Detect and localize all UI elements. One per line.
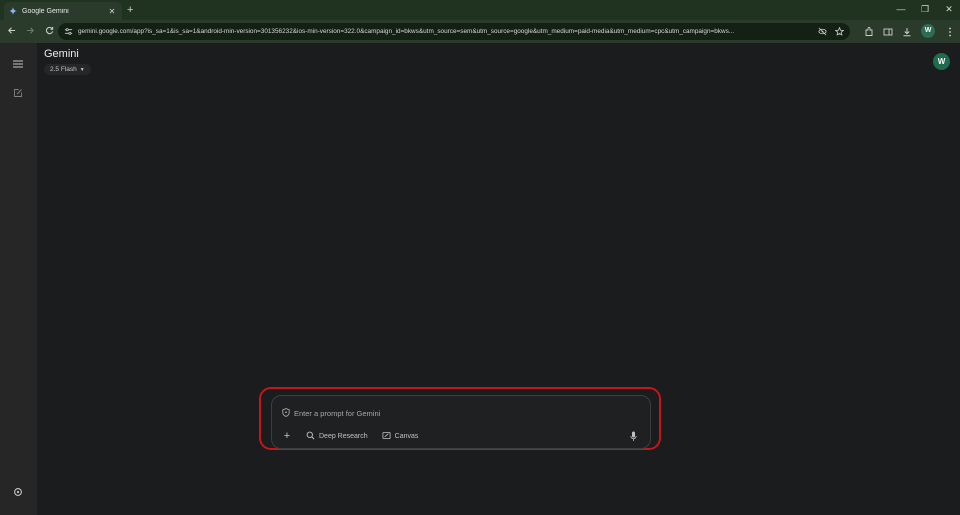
tab-title: Google Gemini — [22, 7, 69, 15]
window-controls: — ❐ ✕ — [896, 2, 954, 16]
canvas-icon — [382, 431, 391, 442]
more-menu-icon[interactable] — [945, 27, 954, 36]
sidebar — [0, 43, 37, 515]
address-bar[interactable]: gemini.google.com/app?is_sa=1&is_sa=1&an… — [58, 23, 850, 40]
browser-titlebar: Google Gemini ✕ + — ❐ ✕ — [0, 0, 960, 20]
canvas-label: Canvas — [394, 432, 419, 440]
deep-research-icon — [306, 431, 315, 442]
new-chat-icon[interactable] — [12, 87, 24, 99]
restore-button[interactable]: ❐ — [920, 2, 930, 16]
browser-toolbar: gemini.google.com/app?is_sa=1&is_sa=1&an… — [0, 20, 960, 43]
site-info-icon[interactable] — [64, 27, 73, 36]
settings-gear-icon[interactable] — [12, 486, 24, 498]
app-title: Gemini — [44, 48, 79, 60]
gemini-favicon-icon — [9, 7, 17, 15]
toolbar-actions: W — [864, 24, 954, 38]
split-view-icon[interactable] — [883, 27, 893, 36]
browser-tab[interactable]: Google Gemini ✕ — [4, 2, 122, 20]
shield-icon — [282, 404, 290, 422]
forward-icon[interactable] — [23, 25, 37, 39]
menu-icon[interactable] — [12, 58, 24, 70]
extensions-icon[interactable] — [864, 26, 873, 36]
account-avatar[interactable]: W — [933, 53, 950, 70]
eye-off-icon[interactable] — [818, 27, 827, 36]
bookmark-star-icon[interactable] — [834, 26, 845, 36]
minimize-button[interactable]: — — [896, 2, 906, 16]
canvas-button[interactable]: Canvas — [382, 431, 419, 442]
prompt-input[interactable]: Enter a prompt for Gemini — [294, 409, 380, 418]
download-icon[interactable] — [902, 27, 911, 36]
close-window-button[interactable]: ✕ — [944, 2, 954, 16]
microphone-icon[interactable] — [628, 430, 638, 442]
new-tab-button[interactable]: + — [127, 3, 133, 17]
deep-research-label: Deep Research — [319, 432, 368, 440]
model-label: 2.5 Flash — [50, 66, 77, 73]
back-icon[interactable] — [4, 25, 18, 39]
url-text: gemini.google.com/app?is_sa=1&is_sa=1&an… — [78, 28, 735, 35]
browser-profile-avatar[interactable]: W — [921, 24, 935, 38]
reload-icon[interactable] — [42, 25, 56, 39]
tab-close-icon[interactable]: ✕ — [107, 7, 117, 16]
model-selector[interactable]: 2.5 Flash ▼ — [44, 64, 91, 75]
prompt-box[interactable]: Enter a prompt for Gemini + Deep Researc… — [271, 395, 651, 449]
caret-down-icon: ▼ — [79, 66, 85, 73]
add-attachment-button[interactable]: + — [281, 430, 293, 442]
deep-research-button[interactable]: Deep Research — [306, 431, 368, 442]
